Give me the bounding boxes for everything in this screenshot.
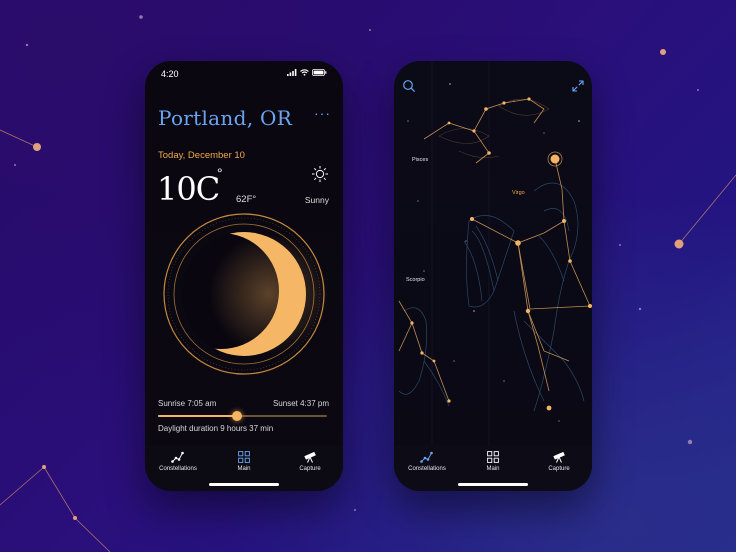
battery-icon xyxy=(312,69,327,76)
signal-icon xyxy=(287,69,297,76)
telescope-icon xyxy=(553,451,565,463)
label-pisces[interactable]: Pisces xyxy=(412,157,428,163)
grid-icon xyxy=(487,451,499,463)
constellation-icon xyxy=(420,451,433,463)
grid-icon xyxy=(238,451,250,463)
status-time: 4:20 xyxy=(161,69,179,79)
weather-phone: 4:20 Portland, OR ··· Today, December 10… xyxy=(145,61,343,491)
date-label: Today, December 10 xyxy=(158,150,245,161)
tab-capture[interactable]: Capture xyxy=(529,451,589,491)
daylight-slider-fill xyxy=(158,415,238,417)
city-title: Portland, OR xyxy=(158,106,293,130)
sky-map-phone: Pisces Virgo Scorpio Constellations Main xyxy=(394,61,592,491)
background-constellations xyxy=(0,15,736,552)
constellation-icon xyxy=(171,451,184,463)
expand-icon[interactable] xyxy=(572,80,584,92)
temperature-celsius: 10C xyxy=(157,170,220,208)
temperature-fahrenheit: 62F° xyxy=(236,194,257,205)
tab-label: Constellations xyxy=(408,466,446,472)
sunset-time: Sunset 4:37 pm xyxy=(272,399,329,408)
daylight-duration: Daylight duration 9 hours 37 min xyxy=(158,424,274,433)
tab-label: Constellations xyxy=(159,466,197,472)
status-icons xyxy=(287,69,327,76)
label-virgo[interactable]: Virgo xyxy=(512,190,525,196)
telescope-icon xyxy=(304,451,316,463)
moon-phase-dial xyxy=(163,213,327,375)
tab-constellations[interactable]: Constellations xyxy=(397,451,457,491)
degree-symbol: ° xyxy=(217,165,223,181)
tab-label: Main xyxy=(486,466,500,472)
more-menu-button[interactable]: ··· xyxy=(314,105,331,121)
label-scorpio[interactable]: Scorpio xyxy=(406,277,425,283)
home-indicator xyxy=(458,483,528,486)
search-icon[interactable] xyxy=(402,79,416,93)
home-indicator xyxy=(209,483,279,486)
tab-label: Capture xyxy=(548,466,570,472)
daylight-slider-knob[interactable] xyxy=(232,411,243,421)
sun-icon xyxy=(312,166,328,182)
daylight-slider[interactable] xyxy=(158,411,327,421)
tab-label: Capture xyxy=(299,466,321,472)
tab-capture[interactable]: Capture xyxy=(280,451,340,491)
tab-label: Main xyxy=(237,466,251,472)
sky-map[interactable] xyxy=(394,61,592,445)
wifi-icon xyxy=(300,69,309,76)
weather-condition: Sunny xyxy=(304,195,329,205)
sunrise-time: Sunrise 7:05 am xyxy=(158,399,217,408)
tab-constellations[interactable]: Constellations xyxy=(148,451,208,491)
